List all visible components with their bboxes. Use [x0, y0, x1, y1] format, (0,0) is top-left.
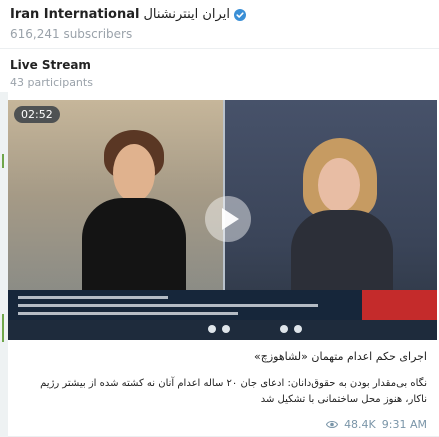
- edge-marker: [2, 154, 4, 168]
- video-timer: 02:52: [14, 106, 60, 123]
- video-person-left-body: [82, 198, 186, 293]
- video-player[interactable]: 02:52: [8, 100, 437, 340]
- video-person-right-body: [291, 210, 393, 294]
- dot: [222, 325, 230, 333]
- network-logo-band: [362, 290, 437, 320]
- verified-badge-icon: [233, 8, 246, 21]
- dot: [208, 325, 216, 333]
- video-person-right-face: [318, 158, 360, 212]
- ticker-text-line: [18, 312, 238, 315]
- subscriber-count: 616,241 subscribers: [10, 27, 133, 41]
- post-headline: اجرای حکم اعدام متهمان «لشاهوزچ»: [254, 350, 427, 363]
- participant-count: 43 participants: [10, 76, 93, 89]
- post-meta: 48.4K 9:31 AM: [326, 418, 427, 431]
- play-icon: [222, 208, 239, 230]
- dot: [280, 325, 288, 333]
- ticker-text-line: [18, 304, 318, 307]
- channel-title-row[interactable]: Iran International ایران اینترنشنال: [10, 7, 246, 22]
- eye-icon: [326, 421, 339, 428]
- message-card[interactable]: 02:52 اجرای حکم اعدام متهمان «لشاهوزچ» ن…: [8, 100, 437, 437]
- edge-marker: [2, 314, 4, 342]
- post-body: نگاه بی‌مقدار بودن به حقوق‌دانان: ادعای …: [40, 378, 427, 405]
- channel-name: Iran International: [10, 7, 140, 22]
- header-divider: [0, 48, 439, 49]
- live-stream-banner[interactable]: Live Stream 43 participants: [0, 52, 439, 92]
- channel-name-fa: ایران اینترنشنال: [143, 7, 230, 22]
- video-person-left-face: [113, 144, 155, 202]
- ticker-text-line: [18, 296, 168, 299]
- live-stream-title: Live Stream: [10, 58, 91, 72]
- post-time: 9:31 AM: [381, 418, 427, 431]
- view-count: 48.4K: [344, 418, 376, 431]
- dot: [294, 325, 302, 333]
- post-caption: اجرای حکم اعدام متهمان «لشاهوزچ» نگاه بی…: [8, 340, 437, 437]
- channel-list-edge: [0, 92, 8, 437]
- channel-header: Iran International ایران اینترنشنال 616,…: [0, 0, 439, 48]
